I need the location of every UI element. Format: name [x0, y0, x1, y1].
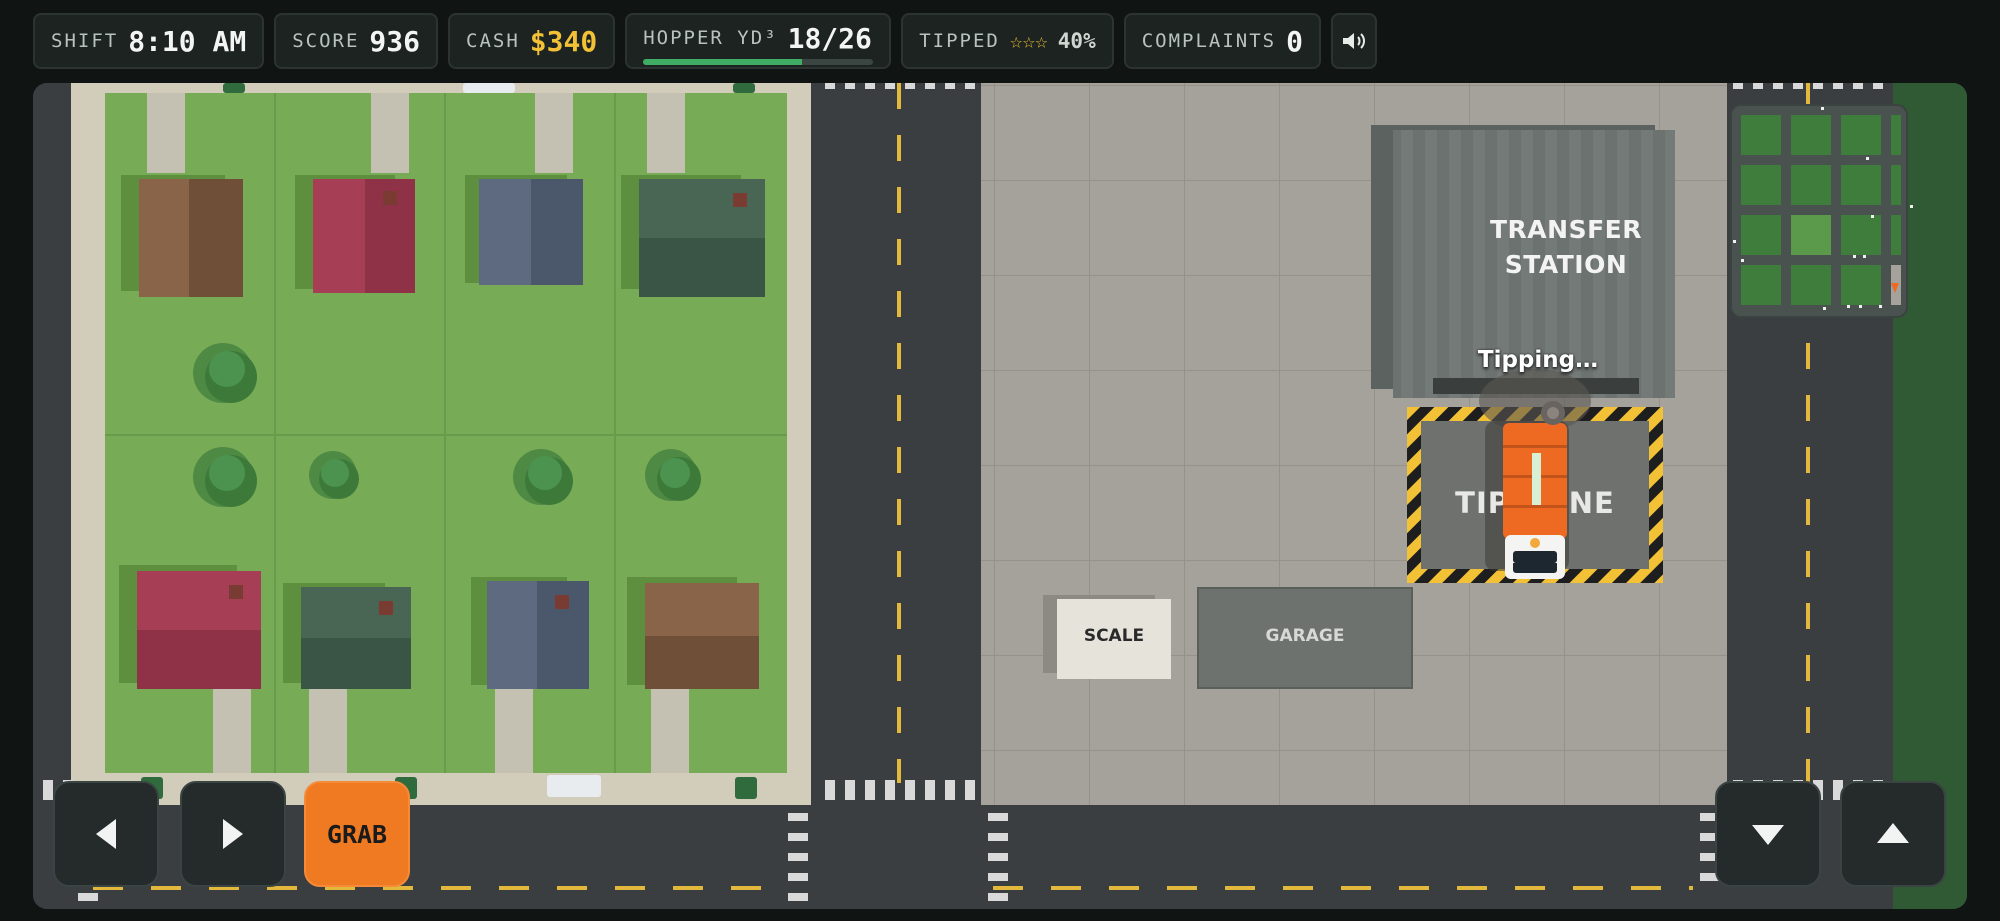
- tipped-stars: ☆☆☆: [1009, 29, 1048, 53]
- arrow-left-icon: [96, 819, 116, 849]
- cash-label: CASH: [466, 30, 520, 52]
- complaints-value: 0: [1286, 24, 1303, 58]
- transfer-station-line2: STATION: [1504, 250, 1628, 279]
- tipped-value: 40%: [1057, 29, 1096, 53]
- speaker-icon: [1342, 33, 1365, 49]
- house-top-2: [295, 175, 415, 293]
- house-bottom-1: [119, 565, 261, 689]
- hopper-label: HOPPER YD³: [643, 27, 778, 49]
- hopper-progress-fill: [643, 58, 803, 65]
- house-bottom-3: [471, 577, 589, 689]
- move-left-button[interactable]: [53, 781, 159, 887]
- house-top-3: [465, 175, 583, 285]
- move-right-button[interactable]: [180, 781, 286, 887]
- garbage-truck-body: [1503, 433, 1567, 563]
- hud-bar: SHIFT 8:10 AM SCORE 936 CASH $340 HOPPER…: [33, 13, 1377, 69]
- arrow-right-icon: [223, 819, 243, 849]
- cash-panel: CASH $340: [448, 13, 616, 69]
- grab-button[interactable]: GRAB: [304, 781, 410, 887]
- scale-label: SCALE: [1083, 626, 1145, 646]
- move-down-button[interactable]: [1715, 781, 1821, 887]
- transfer-station-line1: TRANSFER: [1490, 215, 1642, 244]
- complaints-label: COMPLAINTS: [1141, 30, 1277, 52]
- score-label: SCORE: [292, 30, 360, 52]
- tipped-panel: TIPPED ☆☆☆ 40%: [901, 13, 1114, 69]
- house-bottom-2: [283, 583, 411, 689]
- minimap: [1730, 104, 1913, 318]
- score-panel: SCORE 936: [274, 13, 438, 69]
- move-up-button[interactable]: [1840, 781, 1946, 887]
- tipped-label: TIPPED: [919, 30, 1000, 52]
- house-bottom-4: [627, 577, 759, 689]
- score-value: 936: [369, 24, 420, 58]
- arrow-up-icon: [1877, 823, 1909, 843]
- hopper-value: 18/26: [787, 21, 872, 55]
- shift-label: SHIFT: [51, 30, 119, 52]
- house-top-4: [621, 175, 765, 297]
- transfer-station-label: TRANSFER STATION: [1413, 212, 1719, 282]
- garage-label: GARAGE: [1265, 626, 1345, 646]
- sound-toggle-button[interactable]: [1330, 13, 1377, 69]
- hopper-progress-bar: [643, 58, 874, 65]
- arrow-down-icon: [1752, 825, 1784, 845]
- shift-value: 8:10 AM: [128, 24, 247, 58]
- tipping-status-text: Tipping…: [1477, 347, 1599, 373]
- cash-value: $340: [529, 24, 598, 58]
- house-top-1: [121, 175, 243, 297]
- hopper-panel: HOPPER YD³ 18/26: [625, 13, 892, 69]
- shift-panel: SHIFT 8:10 AM: [33, 13, 265, 69]
- complaints-panel: COMPLAINTS 0: [1123, 13, 1321, 69]
